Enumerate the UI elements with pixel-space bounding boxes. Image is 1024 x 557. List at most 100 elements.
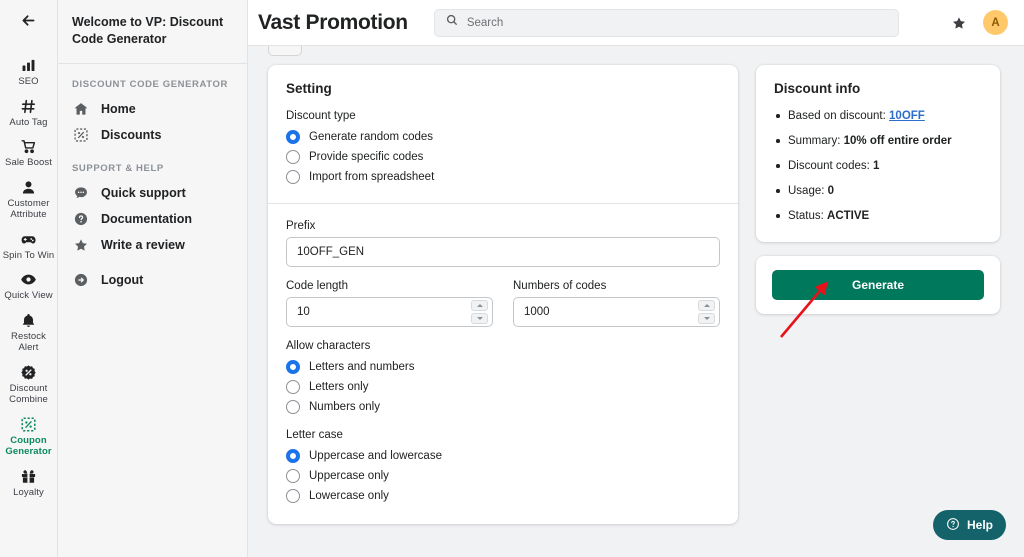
rail-item-customer-attribute[interactable]: Customer Attribute — [0, 174, 57, 226]
discount-info-card: Discount info Based on discount: 10OFF S… — [756, 65, 1000, 242]
rail-item-quick-view[interactable]: Quick View — [0, 266, 57, 307]
setting-column: Setting Discount type Generate random co… — [268, 65, 738, 557]
coupon-icon — [20, 415, 37, 434]
discount-type-option-import-from-spreadsheet[interactable]: Import from spreadsheet — [286, 167, 720, 187]
radio-button[interactable] — [286, 360, 300, 374]
rail-item-label: Auto Tag — [9, 117, 47, 129]
letter-case-option-uppercase-only[interactable]: Uppercase only — [286, 466, 720, 486]
back-arrow-icon — [20, 12, 37, 34]
shopping-cart-icon — [20, 137, 37, 156]
allow-characters-option-letters-and-numbers[interactable]: Letters and numbers — [286, 357, 720, 377]
info-summary-label: Summary: — [788, 135, 840, 147]
allow-characters-option-letters-only[interactable]: Letters only — [286, 377, 720, 397]
rail-item-auto-tag[interactable]: Auto Tag — [0, 93, 57, 134]
generate-button[interactable]: Generate — [772, 270, 984, 300]
code-length-increment-button[interactable] — [471, 300, 488, 311]
numbers-of-codes-increment-button[interactable] — [698, 300, 715, 311]
scrolled-off-button[interactable] — [268, 46, 302, 56]
sidebar-item-quick-support[interactable]: Quick support — [58, 180, 247, 206]
eye-icon — [20, 270, 37, 289]
rail-item-coupon-generator[interactable]: Coupon Generator — [0, 411, 57, 463]
bell-icon — [20, 311, 37, 330]
rail-item-seo[interactable]: SEO — [0, 52, 57, 93]
sidebar-item-quick-support-label: Quick support — [101, 186, 186, 200]
help-button[interactable]: Help — [933, 510, 1006, 540]
radio-label: Import from spreadsheet — [309, 171, 434, 183]
sidebar-item-write-a-review[interactable]: Write a review — [58, 232, 247, 258]
top-bar: Vast Promotion A — [248, 0, 1024, 46]
discount-badge-icon — [20, 363, 37, 382]
home-icon — [72, 101, 89, 117]
status-badge: ACTIVE — [827, 210, 869, 222]
rail-item-loyalty[interactable]: Loyalty — [0, 463, 57, 504]
prefix-label: Prefix — [286, 220, 720, 232]
discount-type-option-provide-specific-codes[interactable]: Provide specific codes — [286, 147, 720, 167]
numbers-of-codes-input[interactable] — [513, 297, 720, 327]
radio-button[interactable] — [286, 380, 300, 394]
letter-case-field: Letter case Uppercase and lowercaseUpper… — [286, 429, 720, 506]
rail-item-spin-to-win[interactable]: Spin To Win — [0, 226, 57, 267]
search-input[interactable] — [467, 17, 888, 29]
numbers-of-codes-stepper — [698, 300, 715, 324]
discount-type-radio-group: Generate random codes Provide specific co… — [286, 127, 720, 187]
sidebar-item-discounts-label: Discounts — [101, 128, 161, 142]
radio-button[interactable] — [286, 489, 300, 503]
app-brand-title: Vast Promotion — [258, 11, 408, 35]
radio-button[interactable] — [286, 130, 300, 144]
back-button[interactable] — [0, 0, 57, 46]
prefix-input[interactable] — [286, 237, 720, 267]
content-columns: Setting Discount type Generate random co… — [248, 46, 1024, 557]
search-icon — [445, 13, 459, 32]
question-circle-icon — [72, 211, 89, 227]
sidebar-item-documentation-label: Documentation — [101, 212, 192, 226]
rail-item-restock-alert[interactable]: Restock Alert — [0, 307, 57, 359]
rail-item-label: SEO — [18, 76, 38, 88]
letter-case-option-uppercase-and-lowercase[interactable]: Uppercase and lowercase — [286, 446, 720, 466]
code-length-decrement-button[interactable] — [471, 313, 488, 324]
search-bar[interactable] — [434, 9, 899, 37]
logout-icon — [72, 272, 89, 288]
rail-item-sale-boost[interactable]: Sale Boost — [0, 133, 57, 174]
sidebar-item-documentation[interactable]: Documentation — [58, 206, 247, 232]
star-icon[interactable] — [951, 15, 967, 31]
number-fields-row: Code length — [286, 280, 720, 327]
discount-type-option-generate-random-codes[interactable]: Generate random codes — [286, 127, 720, 147]
sidebar-item-logout[interactable]: Logout — [58, 267, 247, 293]
bar-chart-icon — [20, 56, 37, 75]
based-on-discount-link[interactable]: 10OFF — [889, 110, 925, 122]
info-item-based-on: Based on discount: 10OFF — [774, 108, 982, 124]
setting-card-top: Setting Discount type Generate random co… — [268, 65, 738, 203]
rail-item-discount-combine[interactable]: Discount Combine — [0, 359, 57, 411]
radio-label: Letters and numbers — [309, 361, 414, 373]
discount-info-list: Based on discount: 10OFF Summary: 10% of… — [774, 108, 982, 224]
rail-item-label: Quick View — [4, 290, 52, 302]
sidebar-item-home[interactable]: Home — [58, 96, 247, 122]
radio-button[interactable] — [286, 170, 300, 184]
sidebar-item-discounts[interactable]: Discounts — [58, 122, 247, 148]
rail-item-label: Coupon Generator — [2, 435, 55, 458]
allow-characters-label: Allow characters — [286, 340, 720, 352]
radio-label: Uppercase and lowercase — [309, 450, 442, 462]
letter-case-option-lowercase-only[interactable]: Lowercase only — [286, 486, 720, 506]
radio-button[interactable] — [286, 150, 300, 164]
radio-button[interactable] — [286, 449, 300, 463]
radio-button[interactable] — [286, 469, 300, 483]
allow-characters-option-numbers-only[interactable]: Numbers only — [286, 397, 720, 417]
info-based-on-label: Based on discount: — [788, 110, 886, 122]
numbers-of-codes-decrement-button[interactable] — [698, 313, 715, 324]
generate-card: Generate — [756, 256, 1000, 314]
avatar[interactable]: A — [983, 10, 1008, 35]
radio-label: Uppercase only — [309, 470, 389, 482]
rail-item-label: Discount Combine — [2, 383, 55, 406]
info-codes-value: 1 — [873, 160, 879, 172]
radio-label: Generate random codes — [309, 131, 433, 143]
info-codes-label: Discount codes: — [788, 160, 870, 172]
allow-characters-radio-group: Letters and numbers Letters onlyNumbers o… — [286, 357, 720, 417]
code-length-input[interactable] — [286, 297, 493, 327]
code-length-stepper — [471, 300, 488, 324]
setting-heading: Setting — [286, 81, 720, 96]
star-filled-icon — [72, 237, 89, 253]
radio-button[interactable] — [286, 400, 300, 414]
info-item-discount-codes: Discount codes: 1 — [774, 158, 982, 174]
setting-card: Setting Discount type Generate random co… — [268, 65, 738, 524]
